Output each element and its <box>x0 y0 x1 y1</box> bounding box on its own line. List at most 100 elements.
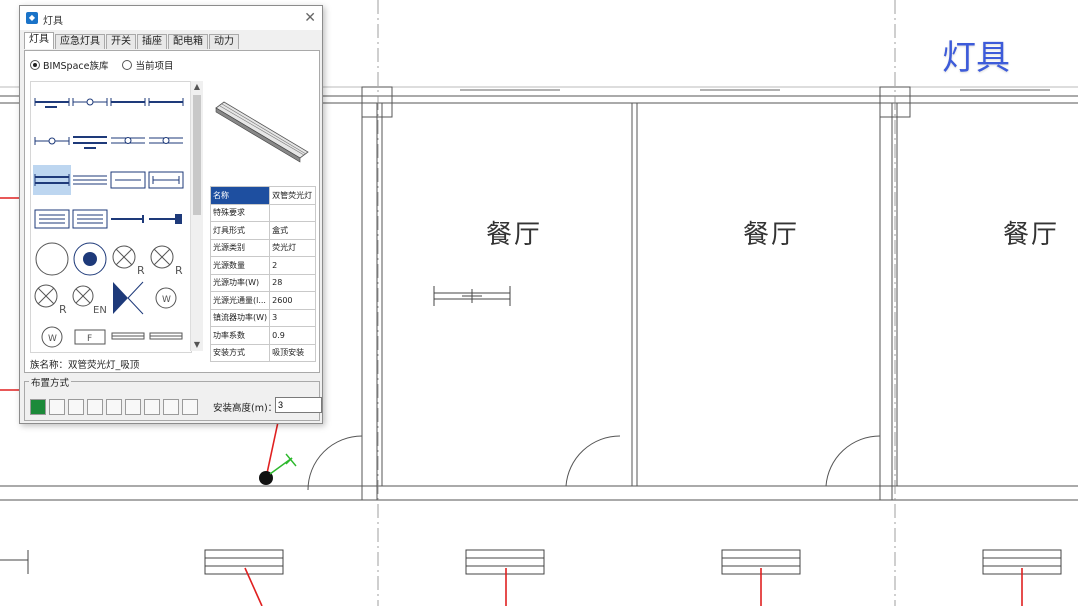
close-icon[interactable]: ✕ <box>304 10 316 26</box>
symbol-circle-lamp[interactable] <box>33 241 71 277</box>
property-value[interactable]: 双管荧光灯 <box>269 186 316 205</box>
rect-place-tool-icon[interactable] <box>68 399 84 415</box>
property-value[interactable]: 盒式 <box>269 221 316 240</box>
room-label-dining-3: 餐厅 <box>1003 220 1060 250</box>
symbol-w-lamp[interactable]: W <box>147 280 185 316</box>
radio-current-project[interactable]: 当前项目 <box>122 58 173 72</box>
symbol-box-triple-2[interactable] <box>71 204 109 234</box>
symbol-cross-lamp-r-2[interactable]: R <box>147 241 185 277</box>
mirror-place-tool-icon[interactable] <box>125 399 141 415</box>
dialog-title: 灯具 <box>43 16 63 27</box>
property-value[interactable]: 吸顶安装 <box>269 343 316 362</box>
room-label-dining-2: 餐厅 <box>743 220 800 250</box>
install-height-input[interactable] <box>275 397 322 413</box>
symbol-slim-box[interactable] <box>109 320 147 353</box>
symbol-cross-lamp-r-3[interactable]: R <box>33 280 71 316</box>
symbol-box-triple[interactable] <box>33 204 71 234</box>
line-place-tool-icon[interactable] <box>49 399 65 415</box>
property-value[interactable]: 3 <box>269 308 316 327</box>
property-row[interactable]: 光源类别 荧光灯 <box>209 238 316 257</box>
wall-place-tool-icon[interactable] <box>182 399 198 415</box>
symbol-double-tube-circle[interactable] <box>109 126 147 156</box>
video-overlay-title: 灯具 <box>942 38 1010 78</box>
symbol-gallery-scrollbar[interactable]: ▲ ▼ <box>190 81 203 351</box>
property-row[interactable]: 光源数量 2 <box>209 256 316 275</box>
room-center-tool-icon[interactable] <box>144 399 160 415</box>
property-value[interactable]: 28 <box>269 273 316 292</box>
symbol-cross-lamp-en[interactable]: EN <box>71 280 109 316</box>
scroll-up-icon[interactable]: ▲ <box>191 81 203 93</box>
symbol-f-box[interactable]: F <box>71 320 109 353</box>
dialog-titlebar[interactable]: ◆ 灯具 ✕ <box>20 6 322 30</box>
lighting-fixture-dialog: ◆ 灯具 ✕ 灯具 应急灯具 开关 插座 配电箱 动力 BIMSpace族库 当… <box>19 5 323 424</box>
symbol-double-tube-pendant[interactable] <box>71 126 109 156</box>
property-row[interactable]: 名称 双管荧光灯 <box>209 186 316 205</box>
symbol-tube-circle-2[interactable] <box>33 126 71 156</box>
arc-place-tool-icon[interactable] <box>87 399 103 415</box>
region-place-tool-icon[interactable] <box>106 399 122 415</box>
source-radio-group: BIMSpace族库 当前项目 <box>30 58 173 72</box>
property-key: 名称 <box>209 186 271 205</box>
symbol-double-tube-selected[interactable] <box>33 165 71 195</box>
property-value[interactable]: 荧光灯 <box>269 238 316 257</box>
property-value[interactable] <box>269 203 316 222</box>
property-value[interactable]: 0.9 <box>269 326 316 345</box>
symbol-letter: EN <box>93 305 107 316</box>
property-row[interactable]: 灯具形式 盒式 <box>209 221 316 240</box>
room-label-dining-1: 餐厅 <box>486 220 543 250</box>
symbol-letter: R <box>137 264 145 277</box>
symbol-triple-tube[interactable] <box>71 165 109 195</box>
property-key: 安装方式 <box>209 343 271 362</box>
symbol-single-tube-end[interactable] <box>147 87 185 117</box>
single-place-tool-icon[interactable] <box>30 399 46 415</box>
symbol-tube-circle[interactable] <box>71 87 109 117</box>
fixture-properties-table: 名称 双管荧光灯 特殊要求 灯具形式 盒式 光源类别 荧光灯 光源数量 2 光源功率(W) 28 光源… <box>209 186 316 362</box>
property-key: 光源功率(W) <box>209 273 271 292</box>
symbol-box-single[interactable] <box>109 165 147 195</box>
symbol-letter: R <box>175 264 183 277</box>
tab-fixtures[interactable]: 灯具 <box>24 32 54 49</box>
tab-emergency-fixtures[interactable]: 应急灯具 <box>55 34 105 49</box>
symbol-cross-lamp-r[interactable]: R <box>109 241 147 277</box>
symbol-letter: W <box>48 334 57 344</box>
install-height-label: 安装高度(m)： <box>213 403 278 414</box>
radio-label: BIMSpace族库 <box>43 61 109 72</box>
radio-bimspace-library[interactable]: BIMSpace族库 <box>30 58 108 72</box>
tab-distribution-box[interactable]: 配电箱 <box>168 34 208 49</box>
symbol-single-tube-pendant[interactable] <box>33 87 71 117</box>
scroll-down-icon[interactable]: ▼ <box>191 339 203 351</box>
app-icon: ◆ <box>26 12 38 24</box>
symbol-gallery[interactable]: R R R EN W W F <box>30 81 192 353</box>
property-key: 功率系数 <box>209 326 271 345</box>
symbol-w-lamp-2[interactable]: W <box>33 320 71 353</box>
property-value[interactable]: 2 <box>269 256 316 275</box>
property-row[interactable]: 特殊要求 <box>209 203 316 222</box>
property-key: 光源数量 <box>209 256 271 275</box>
property-key: 光源光通量(l... <box>209 291 271 310</box>
property-key: 特殊要求 <box>209 203 271 222</box>
scroll-thumb[interactable] <box>193 95 201 215</box>
layout-method-label: 布置方式 <box>29 375 72 389</box>
symbol-slim-box-2[interactable] <box>147 320 185 353</box>
symbol-letter: R <box>59 303 67 316</box>
property-row[interactable]: 功率系数 0.9 <box>209 326 316 345</box>
property-row[interactable]: 镇流器功率(W) 3 <box>209 308 316 327</box>
radio-dot-checked <box>30 60 40 70</box>
property-row[interactable]: 光源光通量(l... 2600 <box>209 291 316 310</box>
symbol-bowtie-lamp[interactable] <box>109 280 147 316</box>
tab-switches[interactable]: 开关 <box>106 34 136 49</box>
property-row[interactable]: 光源功率(W) 28 <box>209 273 316 292</box>
property-key: 镇流器功率(W) <box>209 308 271 327</box>
tab-sockets[interactable]: 插座 <box>137 34 167 49</box>
symbol-wall-tube-heavy[interactable] <box>147 204 185 234</box>
symbol-circle-dot-lamp[interactable] <box>71 241 109 277</box>
tab-power[interactable]: 动力 <box>209 34 239 49</box>
array-place-tool-icon[interactable] <box>163 399 179 415</box>
category-tabs: 灯具 应急灯具 开关 插座 配电箱 动力 <box>24 32 240 50</box>
symbol-box-single-2[interactable] <box>147 165 185 195</box>
property-value[interactable]: 2600 <box>269 291 316 310</box>
symbol-wall-tube[interactable] <box>109 204 147 234</box>
symbol-double-tube-circle-2[interactable] <box>147 126 185 156</box>
symbol-single-tube[interactable] <box>109 87 147 117</box>
property-row[interactable]: 安装方式 吸顶安装 <box>209 343 316 362</box>
